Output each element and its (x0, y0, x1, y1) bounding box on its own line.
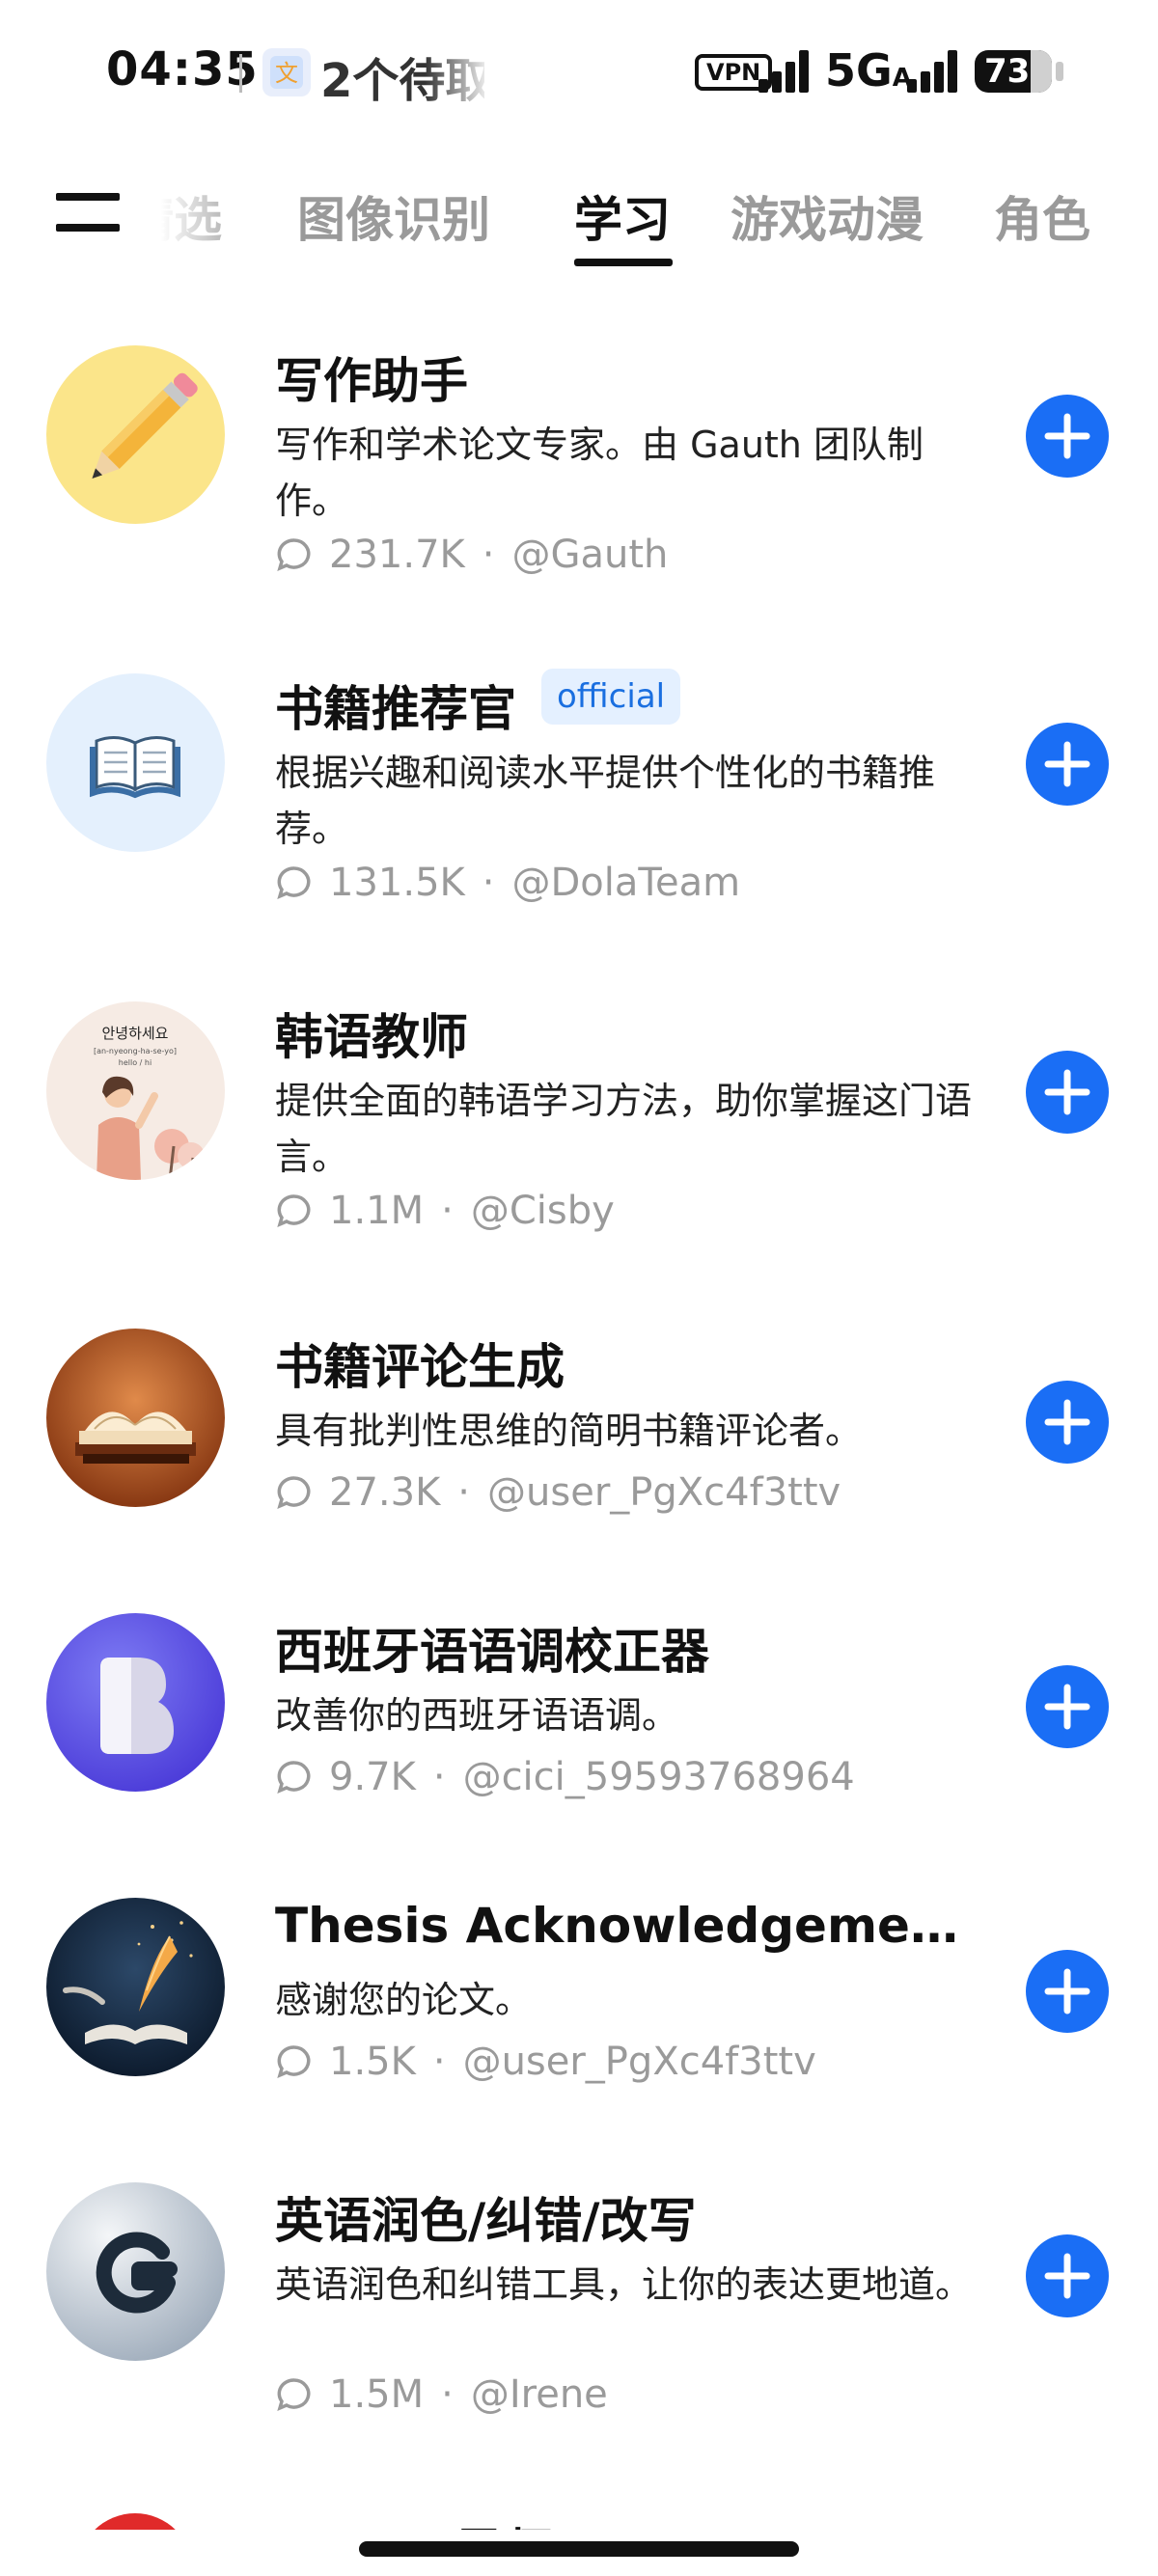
author-handle[interactable]: @DolaTeam (511, 861, 740, 905)
chat-bubble-icon (277, 1476, 311, 1510)
official-badge: official (541, 669, 681, 725)
chat-count: 1.1M (329, 1189, 425, 1233)
item-meta: 27.3K · @user_PgXc4f3ttv (275, 1470, 841, 1515)
chat-bubble-icon (277, 1761, 311, 1795)
plus-icon (1044, 1968, 1090, 2014)
app-screen: 04:35 文 2个待取 VPN 5GA 73 精选 图像识别 学习 游戏动漫 … (0, 0, 1158, 2576)
tab-learning[interactable]: 学习 (574, 181, 671, 251)
plus-icon (1044, 741, 1090, 787)
item-meta: 9.7K · @cici_59593768964 (275, 1755, 855, 1799)
signal-icon (758, 50, 814, 93)
network-type: 5GA (825, 44, 912, 96)
chat-bubble-icon (277, 1194, 311, 1228)
tabs-fade (145, 164, 251, 270)
list-item[interactable]: 书籍推荐官 official 根据兴趣和阅读水平提供个性化的书籍推荐。 131.… (0, 656, 1158, 984)
author-handle[interactable]: @Gauth (511, 533, 668, 577)
chat-count: 1.5M (329, 2372, 425, 2417)
author-handle[interactable]: @Irene (471, 2372, 608, 2417)
list-item[interactable]: 西班牙语语调校正器 改善你的西班牙语语调。 9.7K · @cici_5959376… (0, 1599, 1158, 1883)
signal-icon-2 (907, 50, 963, 93)
home-indicator[interactable] (359, 2541, 799, 2557)
letter-b-logo (46, 1613, 225, 1792)
quill-book-illustration (46, 1898, 225, 2076)
pencil-icon (46, 345, 225, 524)
status-time: 04:35 (106, 42, 259, 96)
item-title: 书籍评论生成 (275, 1339, 565, 1395)
item-meta: 131.5K · @DolaTeam (275, 861, 740, 905)
item-meta: 1.5M · @Irene (275, 2372, 608, 2417)
svg-text:文: 文 (275, 60, 298, 87)
tab-image-recognition[interactable]: 图像识别 (297, 181, 490, 251)
author-handle[interactable]: @user_PgXc4f3ttv (487, 1470, 841, 1515)
category-tabbar: 精选 图像识别 学习 游戏动漫 角色 (0, 164, 1158, 270)
chat-count: 231.7K (329, 533, 465, 577)
list-item[interactable]: 写作助手 写作和学术论文专家。由 Gauth 团队制作。 231.7K · @Gau… (0, 328, 1158, 656)
battery-tip (1056, 62, 1063, 81)
chat-bubble-icon (277, 2378, 311, 2412)
chat-bubble-icon (277, 866, 311, 900)
item-description: 感谢您的论文。 (275, 1979, 533, 2021)
item-description: 具有批判性思维的简明书籍评论者。 (275, 1410, 863, 1452)
status-divider (239, 54, 242, 93)
chat-bubble-icon (277, 2045, 311, 2079)
status-fade (425, 39, 492, 106)
item-meta: 231.7K · @Gauth (275, 533, 668, 577)
item-title: 韩语教师 (275, 1009, 468, 1065)
author-handle[interactable]: @user_PgXc4f3ttv (463, 2040, 816, 2084)
chat-count: 131.5K (329, 861, 465, 905)
avatar-romanization: [an-nyeong-ha-se-yo] (94, 1047, 177, 1055)
active-tab-indicator (574, 259, 673, 266)
item-title: 写作助手 (275, 353, 468, 409)
item-title: Thesis Acknowledgement ... (275, 1898, 970, 1954)
avatar-translation: hello / hi (119, 1058, 152, 1067)
list-item[interactable]: Thesis Acknowledgement ... 感谢您的论文。 1.5K ·… (0, 1883, 1158, 2168)
bot-list: 写作助手 写作和学术论文专家。由 Gauth 团队制作。 231.7K · @Gau… (0, 328, 1158, 2496)
status-bar: 04:35 文 2个待取 VPN 5GA 73 (0, 0, 1158, 145)
item-title: 西班牙语语调校正器 (275, 1624, 709, 1680)
korean-teacher-illustration: 안녕하세요 [an-nyeong-ha-se-yo] hello / hi (46, 1001, 225, 1180)
letter-g-logo (46, 2182, 225, 2361)
tab-games-anime[interactable]: 游戏动漫 (731, 181, 924, 251)
item-meta: 1.1M · @Cisby (275, 1189, 615, 1233)
list-item[interactable]: 안녕하세요 [an-nyeong-ha-se-yo] hello / hi 韩语… (0, 984, 1158, 1314)
plus-icon (1044, 1069, 1090, 1115)
item-description: 根据兴趣和阅读水平提供个性化的书籍推荐。 (275, 752, 936, 850)
tabs-scroll[interactable]: 精选 图像识别 学习 游戏动漫 角色 (145, 164, 1158, 270)
item-title: 书籍推荐官 official (275, 669, 681, 740)
item-title-text: 书籍推荐官 (275, 681, 516, 737)
plus-icon (1044, 2253, 1090, 2299)
item-description: 提供全面的韩语学习方法，助你掌握这门语言。 (275, 1080, 973, 1178)
books-photo (46, 1329, 225, 1507)
menu-icon[interactable] (56, 185, 120, 235)
notification-app-icon: 文 (262, 48, 311, 96)
chat-bubble-icon (277, 538, 311, 572)
add-bot-button[interactable] (1026, 1051, 1109, 1134)
item-description: 改善你的西班牙语语调。 (275, 1694, 679, 1737)
add-bot-button[interactable] (1026, 1381, 1109, 1464)
plus-icon (1044, 1399, 1090, 1445)
list-item[interactable]: 书籍评论生成 具有批判性思维的简明书籍评论者。 27.3K · @user_PgXc… (0, 1314, 1158, 1599)
add-bot-button[interactable] (1026, 2234, 1109, 2317)
item-description: 英语润色和纠错工具，让你的表达更地道。 (275, 2263, 973, 2306)
chat-count: 27.3K (329, 1470, 441, 1515)
add-bot-button[interactable] (1026, 395, 1109, 478)
list-item[interactable]: 英语润色/纠错/改写 英语润色和纠错工具，让你的表达更地道。 1.5M · @Ire… (0, 2168, 1158, 2496)
add-bot-button[interactable] (1026, 723, 1109, 806)
item-meta: 1.5K · @user_PgXc4f3ttv (275, 2040, 816, 2084)
item-title: 英语润色/纠错/改写 (275, 2193, 697, 2249)
author-handle[interactable]: @Cisby (471, 1189, 615, 1233)
avatar-korean-greeting: 안녕하세요 (101, 1025, 168, 1042)
add-bot-button[interactable] (1026, 1665, 1109, 1748)
item-description: 写作和学术论文专家。由 Gauth 团队制作。 (275, 424, 924, 522)
battery-icon: 73 (975, 50, 1052, 93)
plus-icon (1044, 413, 1090, 459)
plus-icon (1044, 1684, 1090, 1730)
add-bot-button[interactable] (1026, 1950, 1109, 2033)
chat-count: 9.7K (329, 1755, 416, 1799)
battery-level: 73 (984, 52, 1031, 91)
chat-count: 1.5K (329, 2040, 416, 2084)
author-handle[interactable]: @cici_59593768964 (463, 1755, 855, 1799)
tab-characters[interactable]: 角色 (994, 181, 1090, 251)
open-book-icon (46, 673, 225, 852)
